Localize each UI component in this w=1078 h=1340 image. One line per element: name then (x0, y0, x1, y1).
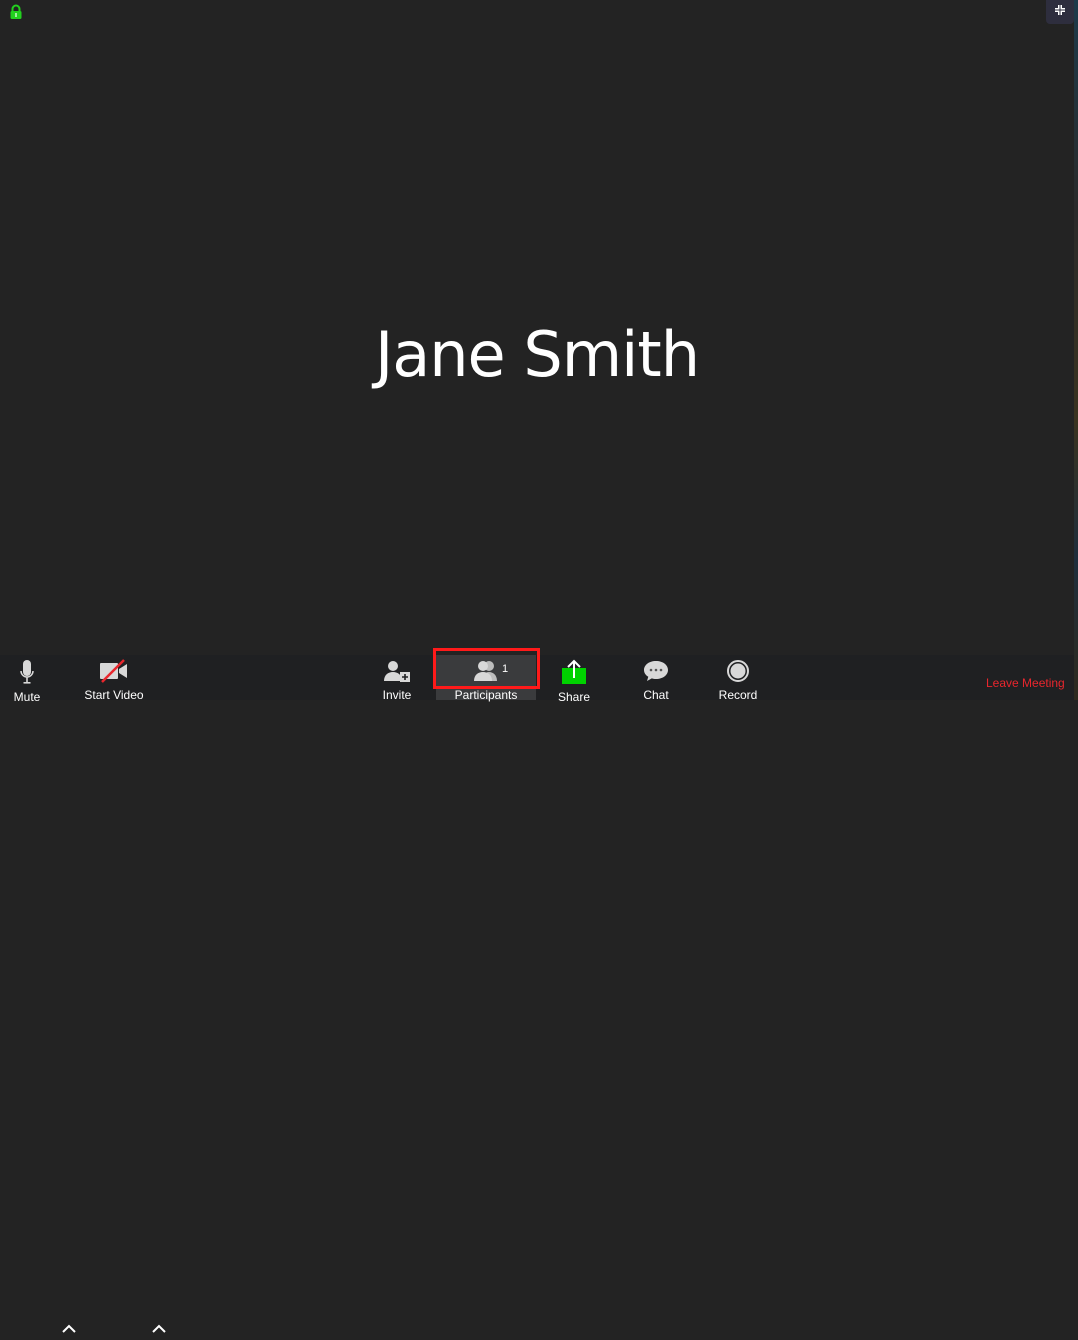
video-stage: Jane Smith (0, 0, 1074, 655)
exit-fullscreen-button[interactable] (1046, 0, 1074, 24)
share-label: Share (557, 690, 591, 704)
mute-label: Mute (13, 690, 41, 704)
background-window-edge (1074, 0, 1078, 700)
chat-button[interactable]: Chat (638, 655, 674, 702)
leave-meeting-button[interactable]: Leave Meeting (986, 676, 1065, 690)
video-off-icon (98, 659, 130, 683)
share-button[interactable]: Share (554, 655, 594, 704)
add-user-icon (382, 659, 412, 683)
start-video-button[interactable]: Start Video (80, 655, 148, 702)
microphone-icon (19, 659, 35, 685)
record-button[interactable]: Record (716, 655, 760, 702)
lock-icon[interactable] (8, 4, 24, 20)
participants-icon (470, 659, 502, 683)
audio-options-chevron-up-icon[interactable] (61, 1322, 77, 1334)
meeting-toolbar: Mute Start Video Invite 1 Participants S… (0, 655, 1074, 1333)
participant-name: Jane Smith (374, 318, 700, 391)
invite-button[interactable]: Invite (376, 655, 418, 702)
participant-count-badge: 1 (502, 663, 509, 675)
video-options-chevron-up-icon[interactable] (151, 1322, 167, 1334)
share-screen-icon (561, 659, 587, 685)
mute-button[interactable]: Mute (8, 655, 46, 704)
chat-bubble-icon (642, 659, 670, 683)
exit-fullscreen-icon (1054, 3, 1066, 21)
participants-button[interactable]: 1 Participants (436, 655, 536, 702)
record-icon (726, 659, 750, 683)
